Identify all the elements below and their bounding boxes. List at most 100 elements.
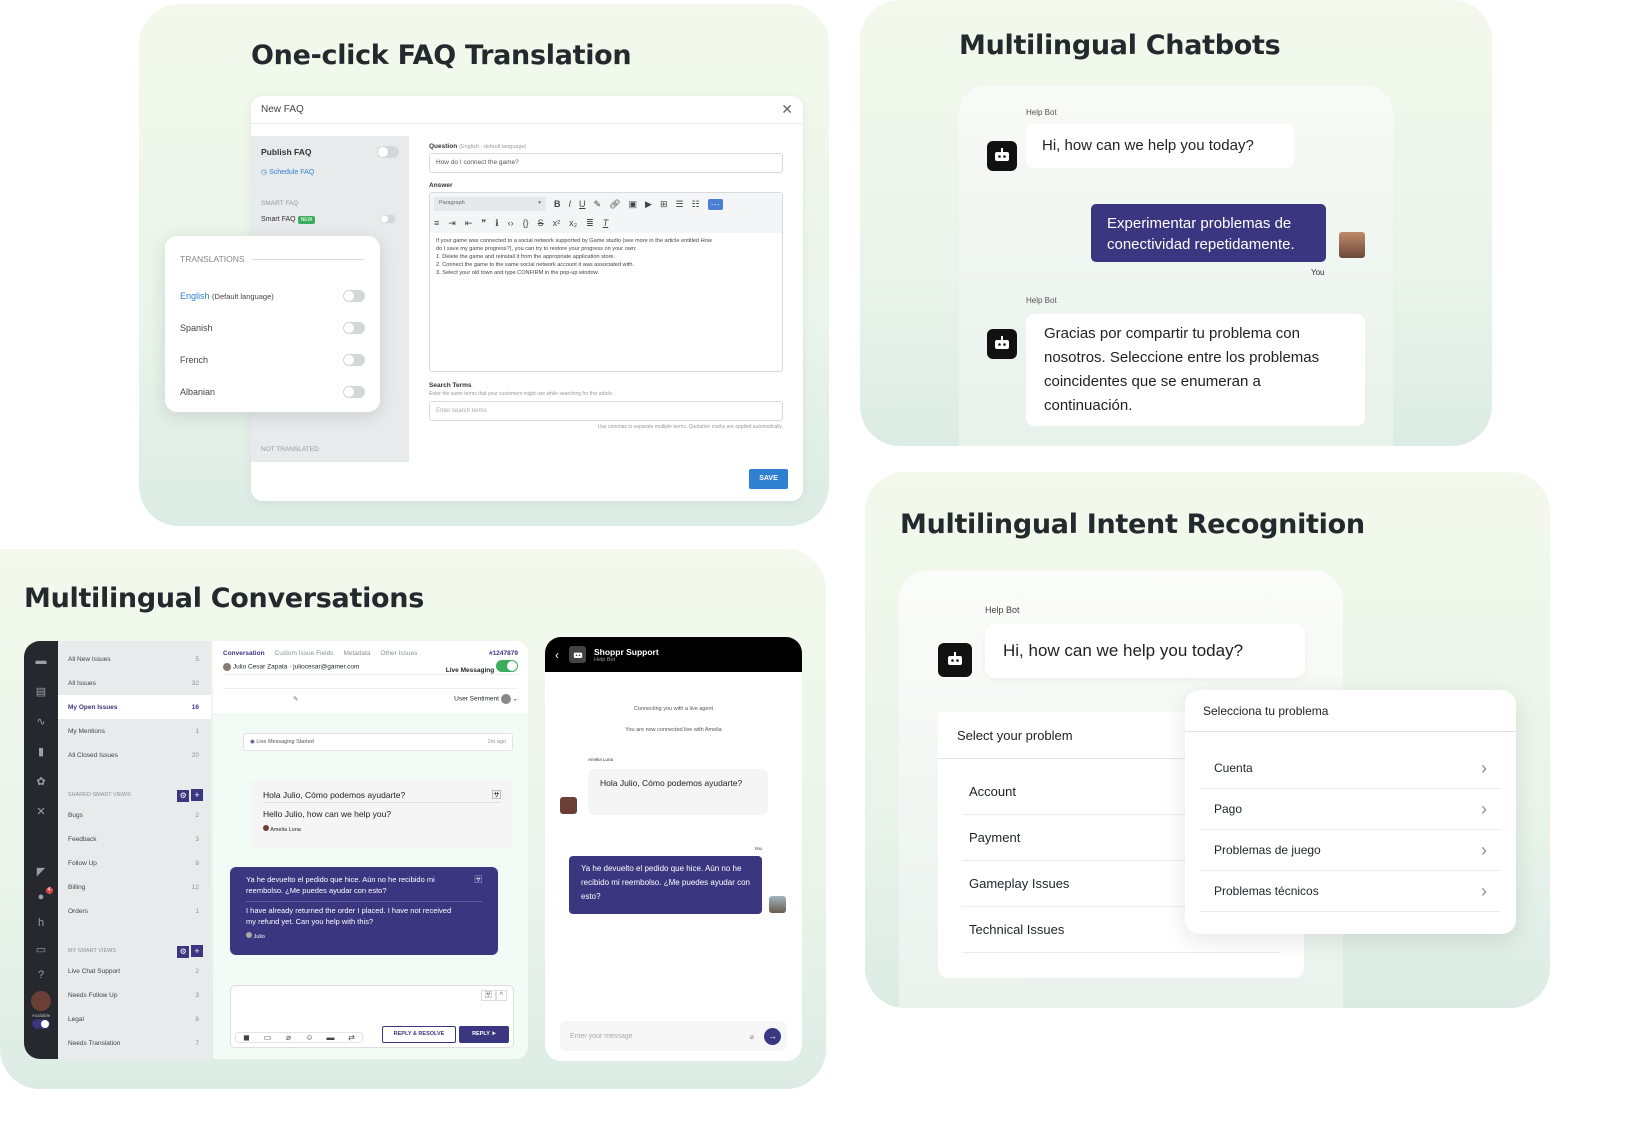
reply-composer[interactable]: 🈂︎ ^ ◼ ▭ ⌀ ☺ ▬ ⇄ REPLY & RESOLVE REPLY ➤	[230, 985, 514, 1048]
reply-button[interactable]: REPLY ➤	[459, 1026, 509, 1043]
problem-option-juego[interactable]: Problemas de juego ›	[1200, 830, 1501, 871]
faq-insert-icon[interactable]: ▭	[257, 1033, 278, 1042]
problem-option-tecnicos[interactable]: Problemas técnicos ›	[1200, 871, 1501, 912]
issue-view-item[interactable]: All Issues 32	[58, 671, 211, 695]
bot-settings-icon[interactable]: ✿	[36, 775, 45, 805]
my-view-item[interactable]: Legal 8	[58, 1007, 211, 1031]
help-center-icon[interactable]: h	[38, 917, 44, 943]
question-input[interactable]: How do I connect the game?	[429, 153, 783, 173]
publish-faq-toggle[interactable]	[377, 146, 399, 158]
issue-view-item[interactable]: All New Issues 5	[58, 647, 211, 671]
tab-metadata[interactable]: Metadata	[343, 650, 370, 657]
analytics-icon[interactable]: ▮	[38, 745, 44, 775]
table-icon[interactable]: ⊞	[660, 199, 668, 210]
live-messaging-toggle[interactable]	[496, 659, 518, 672]
reply-resolve-button[interactable]: REPLY & RESOLVE	[382, 1026, 456, 1043]
message-input[interactable]: Enter your message ⌀ →	[560, 1021, 787, 1051]
video-icon[interactable]: ▶	[645, 199, 652, 210]
schedule-faq-link[interactable]: ◷ Schedule FAQ	[261, 168, 399, 176]
shared-smart-views-heading: SHARED SMART VIEWS	[68, 792, 131, 798]
italic-button[interactable]: I	[569, 199, 572, 209]
close-icon[interactable]: ✕	[781, 101, 793, 118]
notification-icon[interactable]: ● 4	[38, 887, 53, 917]
quote-icon[interactable]: ❞	[481, 218, 486, 229]
issue-view-item[interactable]: All Closed Issues 20	[58, 743, 211, 767]
quick-reply-icon[interactable]: ◼	[236, 1033, 257, 1042]
expand-icon[interactable]: ^	[495, 990, 507, 1001]
numbered-list-icon[interactable]: ☷	[692, 199, 700, 210]
highlight-icon[interactable]: ✎	[594, 199, 602, 210]
shared-view-item[interactable]: Bugs 2	[58, 803, 211, 827]
underline-button[interactable]: U	[579, 199, 586, 209]
emoji-icon[interactable]: ☺	[299, 1033, 320, 1042]
strikethrough-icon[interactable]: S	[538, 218, 544, 228]
indent-icon[interactable]: ⇥	[448, 218, 456, 229]
justify-icon[interactable]: ≣	[586, 218, 594, 229]
agent-message: Hola Julio, Cómo podemos ayudarte?	[588, 769, 768, 815]
agent-avatar[interactable]	[31, 991, 51, 1011]
attachment-icon[interactable]: ⌀	[278, 1033, 299, 1042]
french-toggle[interactable]	[343, 354, 365, 366]
tab-other-issues[interactable]: Other Issues	[381, 650, 418, 657]
send-button[interactable]: →	[764, 1027, 781, 1045]
bold-button[interactable]: B	[554, 199, 561, 209]
english-toggle[interactable]	[343, 290, 365, 302]
align-icon[interactable]: ≡	[434, 218, 439, 228]
problem-option-cuenta[interactable]: Cuenta ›	[1200, 748, 1501, 789]
help-icon[interactable]: ?	[38, 969, 44, 991]
add-view-button[interactable]: +	[191, 944, 203, 957]
chat-icon[interactable]: ▬	[36, 655, 47, 685]
my-view-item[interactable]: Live Chat Support 2	[58, 959, 211, 983]
code-icon[interactable]: ‹›	[508, 218, 514, 228]
bullet-list-icon[interactable]: ☰	[675, 199, 683, 210]
translate-toggle-icon[interactable]: 🈂︎	[480, 990, 496, 1001]
tab-custom-issue-fields[interactable]: Custom Issue Fields	[275, 650, 334, 657]
faq-icon[interactable]: ▤	[36, 685, 46, 715]
search-terms-label: Search Terms	[429, 382, 472, 389]
subscript-icon[interactable]: x₂	[569, 218, 577, 228]
briefcase-icon[interactable]: ▬	[320, 1033, 341, 1042]
add-view-button[interactable]: +	[191, 788, 203, 801]
code-block-icon[interactable]: {}	[523, 218, 529, 228]
megaphone-icon[interactable]: ◤	[37, 865, 45, 891]
modal-header: New FAQ ✕	[251, 96, 803, 124]
activity-icon[interactable]: ∿	[36, 715, 45, 745]
attachment-icon[interactable]: ⌀	[750, 1034, 754, 1041]
translate-icon[interactable]: 🈂︎	[492, 788, 501, 801]
paragraph-select[interactable]: Paragraph ▾	[434, 197, 546, 211]
tools-icon[interactable]: ✕	[36, 805, 45, 865]
messages-icon[interactable]: ▭	[36, 943, 46, 969]
settings-gear-button[interactable]: ⚙	[177, 945, 190, 958]
image-icon[interactable]: ▣	[629, 199, 638, 210]
link-icon[interactable]: 🔗︎	[609, 199, 620, 210]
more-icon[interactable]: ⋯	[707, 198, 723, 210]
settings-gear-button[interactable]: ⚙	[177, 789, 190, 802]
availability-toggle[interactable]	[32, 1019, 50, 1029]
answer-text[interactable]: If your game was connected to a social n…	[430, 233, 782, 282]
smart-faq-toggle[interactable]	[380, 214, 396, 224]
my-view-item[interactable]: Needs Translation 7	[58, 1031, 211, 1055]
chatbots-card: Multilingual Chatbots Help Bot Hi, how c…	[860, 0, 1492, 446]
my-view-item[interactable]: Needs Follow Up 3	[58, 983, 211, 1007]
tab-conversation[interactable]: Conversation	[223, 650, 265, 657]
problem-option-pago[interactable]: Pago ›	[1200, 789, 1501, 830]
issue-view-item[interactable]: My Mentions 1	[58, 719, 211, 743]
clear-format-icon[interactable]: T	[603, 218, 609, 228]
translate-icon[interactable]: 🈂︎	[475, 875, 483, 897]
superscript-icon[interactable]: x²	[553, 218, 561, 228]
albanian-toggle[interactable]	[343, 386, 365, 398]
edit-icon[interactable]: ✎	[223, 695, 298, 703]
issue-view-item-active[interactable]: My Open Issues 16	[58, 695, 211, 719]
back-icon[interactable]: ‹	[555, 648, 559, 662]
save-button[interactable]: SAVE	[749, 469, 788, 489]
spanish-toggle[interactable]	[343, 322, 365, 334]
outdent-icon[interactable]: ⇤	[465, 218, 473, 229]
shared-view-item[interactable]: Follow Up 8	[58, 851, 211, 875]
sentiment-icon[interactable]	[500, 694, 511, 704]
info-icon[interactable]: ℹ	[495, 218, 498, 229]
transfer-icon[interactable]: ⇄	[341, 1033, 362, 1042]
shared-view-item[interactable]: Billing 12	[58, 875, 211, 899]
shared-view-item[interactable]: Orders 1	[58, 899, 211, 923]
search-terms-input[interactable]: Enter search terms	[429, 401, 783, 421]
shared-view-item[interactable]: Feedback 3	[58, 827, 211, 851]
